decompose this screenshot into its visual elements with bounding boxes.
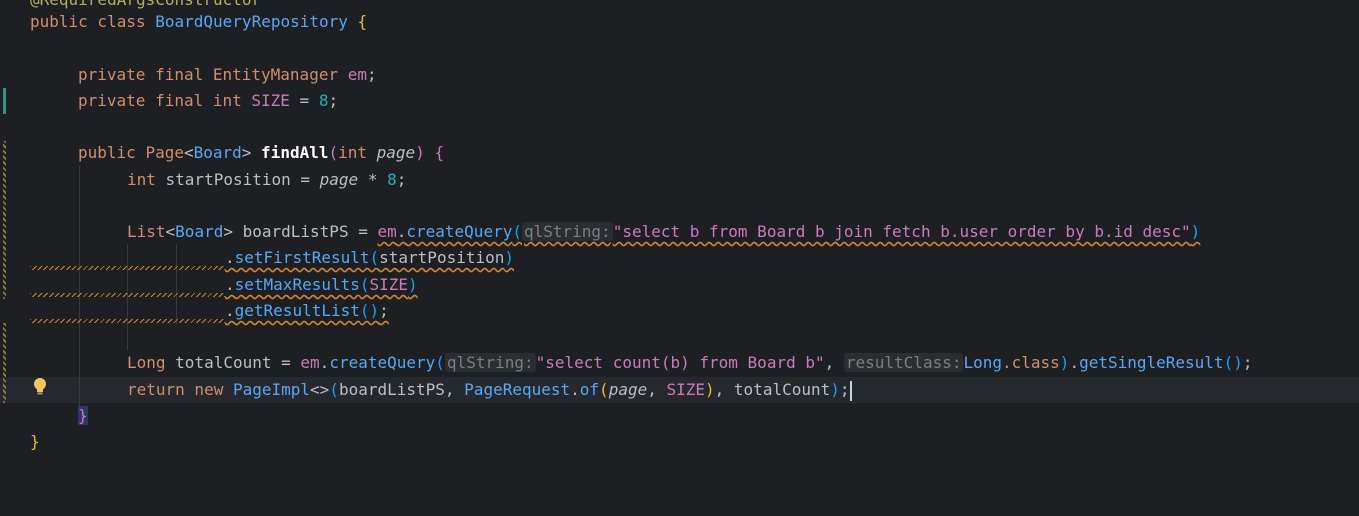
return-line[interactable]: return new PageImpl<>(boardListPS, PageR… [127, 377, 852, 403]
start-position-line: int startPosition = page * 8; [127, 170, 407, 189]
set-max-results-line: .setMaxResults(SIZE) [225, 275, 418, 294]
warning-squiggle [30, 293, 225, 297]
parameter-hint: resultClass: [843, 353, 964, 372]
indent-guide [79, 166, 80, 406]
total-count-line: Long totalCount = em.createQuery(qlStrin… [127, 353, 1253, 372]
parameter-hint: qlString: [521, 222, 613, 241]
change-marker [3, 141, 6, 299]
change-marker [3, 323, 6, 403]
indent-guide [127, 244, 128, 350]
field-em: private final EntityManager em; [78, 65, 377, 84]
set-first-result-line: .setFirstResult(startPosition) [225, 248, 515, 267]
code-editor[interactable]: @RequiredArgsConstructor public class Bo… [0, 0, 1359, 516]
indent-guide [176, 244, 177, 324]
field-size: private final int SIZE = 8; [78, 91, 339, 110]
get-result-list-line: .getResultList(); [225, 301, 389, 320]
parameter-hint: qlString: [444, 353, 536, 372]
method-declaration: public Page<Board> findAll(int page) { [78, 143, 445, 162]
change-marker [3, 88, 6, 114]
class-declaration: public class BoardQueryRepository { [30, 12, 368, 31]
board-list-line: List<Board> boardListPS = em.createQuery… [127, 222, 1201, 241]
method-close-brace: } [78, 406, 88, 425]
warning-squiggle [30, 266, 225, 270]
lightbulb-icon[interactable] [32, 377, 48, 397]
class-close-brace: } [30, 432, 40, 451]
warning-squiggle [30, 319, 225, 323]
text-caret [849, 380, 852, 401]
